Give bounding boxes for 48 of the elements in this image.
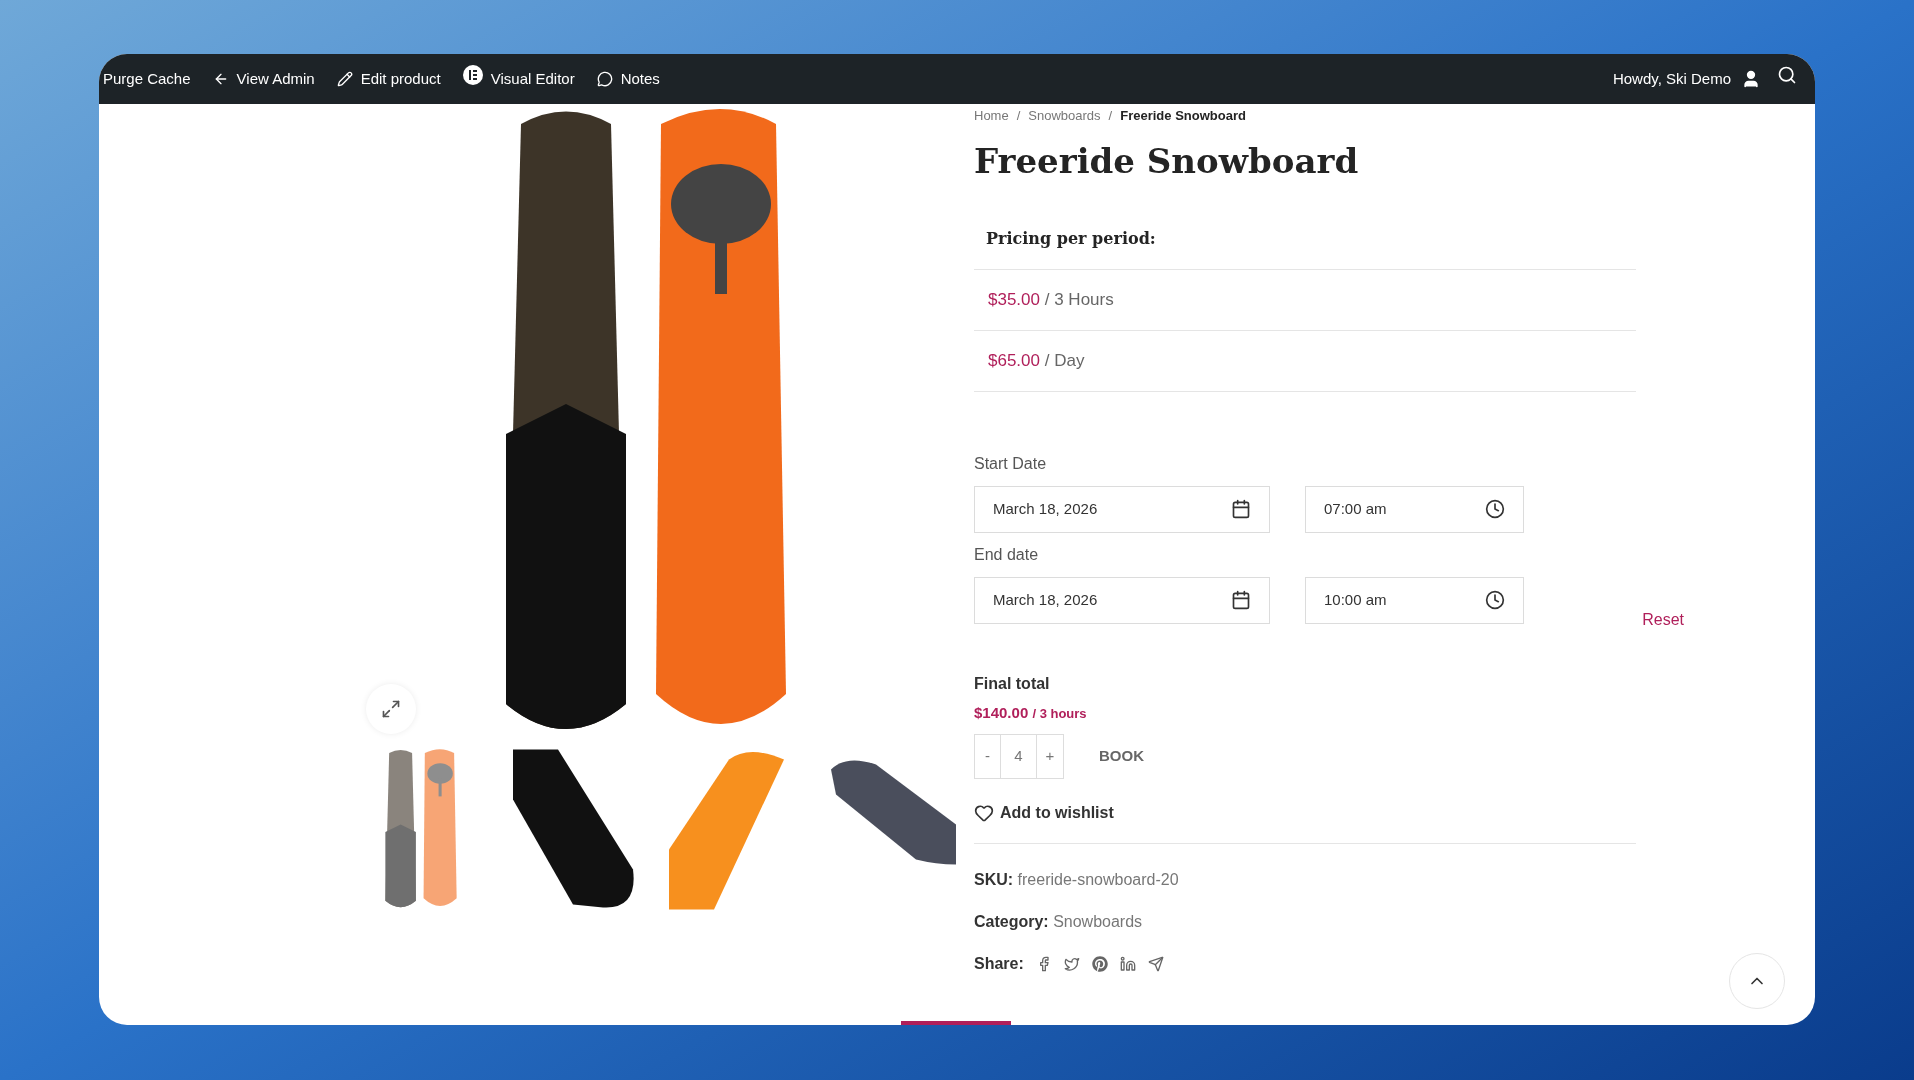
expand-button[interactable]: [366, 684, 416, 734]
telegram-icon[interactable]: [1147, 956, 1164, 972]
admin-bar-link[interactable]: View Admin: [212, 67, 315, 91]
increase-button[interactable]: +: [1037, 735, 1063, 778]
quantity-input[interactable]: 4: [1001, 735, 1037, 778]
breadcrumb-link[interactable]: Snowboards: [1028, 106, 1101, 126]
product-meta: Category: Snowboards: [974, 912, 1144, 932]
breadcrumb-link[interactable]: Home: [974, 106, 1009, 126]
decrease-button[interactable]: -: [975, 735, 1001, 778]
admin-bar-link[interactable]: Purge Cache: [103, 67, 191, 91]
time-field[interactable]: 07:00 am: [1305, 485, 1524, 533]
admin-bar-link[interactable]: Visual Editor: [462, 67, 575, 91]
pencil-icon: [336, 71, 353, 87]
price-text: $35.00 / 3 Hours: [988, 288, 1114, 311]
breadcrumb-separator: /: [1108, 107, 1113, 125]
user-icon: [1741, 69, 1761, 89]
twitter-icon[interactable]: [1063, 956, 1080, 972]
product-title: Freeride Snowboard: [974, 139, 1360, 183]
total-price: $140.00 / 3 hours: [974, 702, 1088, 723]
share-label: Share:: [974, 954, 1024, 974]
book-button[interactable]: BOOK: [1099, 745, 1144, 768]
date-field[interactable]: March 18, 2026: [974, 485, 1270, 533]
clock-icon: [1485, 590, 1505, 610]
clock-icon: [1485, 499, 1505, 519]
field-label: Start Date: [974, 453, 1048, 474]
breadcrumb-separator: /: [1016, 107, 1021, 125]
pricing-heading: Pricing per period:: [974, 226, 1636, 270]
pinterest-icon[interactable]: [1091, 956, 1108, 972]
date-field[interactable]: March 18, 2026: [974, 576, 1270, 624]
chat-icon: [596, 71, 613, 87]
editor-logo-icon: [462, 65, 483, 85]
time-field[interactable]: 10:00 am: [1305, 576, 1524, 624]
product-meta: SKU: freeride-snowboard-20: [974, 870, 1180, 890]
heart-icon: [974, 803, 994, 823]
admin-bar-link[interactable]: Edit product: [336, 67, 441, 91]
breadcrumb-link[interactable]: Freeride Snowboard: [1120, 106, 1246, 126]
calendar-icon: [1231, 590, 1251, 610]
admin-bar-link[interactable]: Notes: [596, 67, 660, 91]
linkedin-icon[interactable]: [1119, 956, 1136, 972]
search-icon[interactable]: [1777, 65, 1797, 85]
final-total-label: Final total: [974, 673, 1051, 694]
reset-link[interactable]: Reset: [1642, 607, 1684, 632]
account-link[interactable]: Howdy, Ski Demo: [1612, 67, 1761, 91]
field-label: End date: [974, 544, 1040, 565]
price-text: $65.00 / Day: [988, 349, 1085, 372]
calendar-icon: [1231, 499, 1251, 519]
expand-icon: [381, 699, 401, 719]
wishlist-link[interactable]: Add to wishlist: [974, 801, 1815, 825]
